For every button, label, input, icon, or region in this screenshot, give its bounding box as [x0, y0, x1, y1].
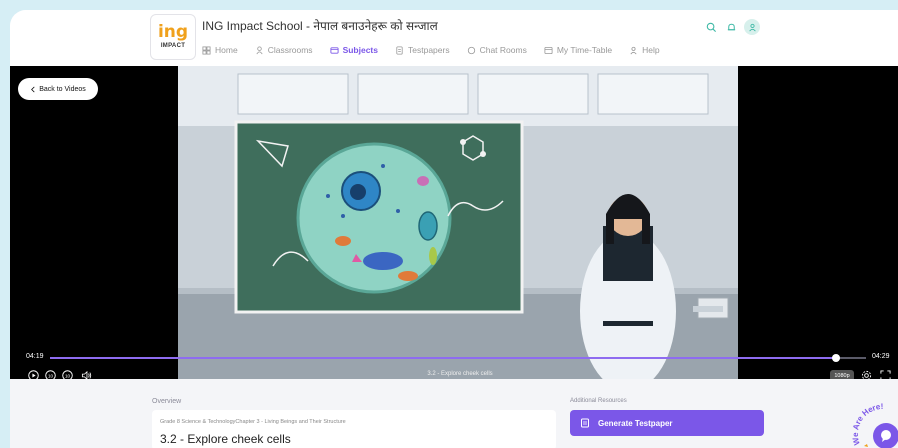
nav-subjects-label: Subjects [342, 45, 378, 55]
home-grid-icon [202, 45, 211, 55]
search-icon[interactable] [704, 20, 718, 34]
nav-home[interactable]: Home [202, 45, 238, 55]
subjects-icon [330, 46, 339, 54]
nav-classrooms[interactable]: Classrooms [255, 45, 313, 55]
video-title-overlay: 3.2 - Explore cheek cells [427, 371, 493, 377]
generate-testpaper-button[interactable]: Generate Testpaper [570, 410, 764, 436]
forward-10-icon[interactable]: 10 [61, 369, 73, 379]
nav-classrooms-label: Classrooms [267, 45, 313, 55]
seek-bar-handle[interactable] [831, 354, 840, 362]
chevron-left-icon [31, 86, 35, 92]
user-avatar-icon[interactable] [744, 19, 760, 35]
video-frame-lab-scene [178, 66, 738, 379]
nav-help[interactable]: Help [629, 45, 660, 55]
timetable-icon [544, 46, 553, 54]
nav-timetable-label: My Time-Table [556, 45, 613, 55]
school-name: ING Impact School - नेपाल बनाउनेहरू को स… [202, 19, 438, 33]
nav-home-label: Home [215, 45, 238, 55]
nav-testpapers[interactable]: Testpapers [395, 45, 450, 55]
main-nav: Home Classrooms Subjects Testpapers Chat… [202, 45, 660, 55]
logo-mark: ing [157, 22, 189, 42]
lesson-title: 3.2 - Explore cheek cells [160, 432, 291, 446]
testpaper-icon [396, 45, 403, 55]
lesson-info-card: Grade 8 Science & TechnologyChapter 3 - … [152, 410, 556, 448]
additional-resources-heading: Additional Resources [570, 398, 627, 404]
nav-timetable[interactable]: My Time-Table [544, 45, 612, 55]
current-time: 04:19 [26, 353, 44, 360]
bell-icon[interactable] [724, 20, 738, 34]
nav-testpapers-label: Testpapers [408, 45, 450, 55]
overview-heading: Overview [152, 398, 182, 405]
fullscreen-icon[interactable] [879, 369, 891, 379]
back-to-videos-button[interactable]: Back to Videos [18, 78, 98, 100]
seek-bar-played [50, 357, 836, 359]
header-actions [704, 19, 760, 35]
logo-subtext: IMPACT [160, 43, 186, 49]
volume-icon[interactable] [80, 369, 92, 379]
nav-chat-rooms[interactable]: Chat Rooms [467, 45, 527, 55]
svg-text:10: 10 [47, 373, 53, 378]
nav-help-label: Help [642, 45, 660, 55]
seek-bar[interactable] [50, 354, 866, 362]
settings-gear-icon[interactable] [860, 369, 872, 379]
quality-selector[interactable]: 1080p [830, 370, 854, 379]
testpaper-icon [581, 418, 589, 428]
nav-chat-rooms-label: Chat Rooms [479, 45, 527, 55]
chat-icon [467, 46, 475, 54]
play-icon[interactable] [27, 369, 39, 379]
chat-support-widget[interactable]: We Are Here! [852, 400, 898, 448]
app-window: ing IMPACT ING Impact School - नेपाल बना… [10, 10, 898, 448]
school-logo[interactable]: ing IMPACT [150, 14, 196, 60]
duration: 04:29 [872, 353, 890, 360]
lesson-breadcrumb: Grade 8 Science & TechnologyChapter 3 - … [160, 419, 346, 425]
help-icon [630, 46, 637, 54]
rewind-10-icon[interactable]: 10 [44, 369, 56, 379]
generate-testpaper-label: Generate Testpaper [598, 418, 673, 428]
top-header: ing IMPACT ING Impact School - नेपाल बना… [10, 10, 898, 66]
classroom-icon [256, 45, 263, 54]
video-player[interactable]: Back to Videos 04:19 04:29 10 10 3.2 - E… [10, 66, 898, 379]
nav-subjects[interactable]: Subjects [330, 45, 378, 55]
back-to-videos-label: Back to Videos [39, 85, 86, 93]
svg-text:10: 10 [64, 373, 70, 378]
